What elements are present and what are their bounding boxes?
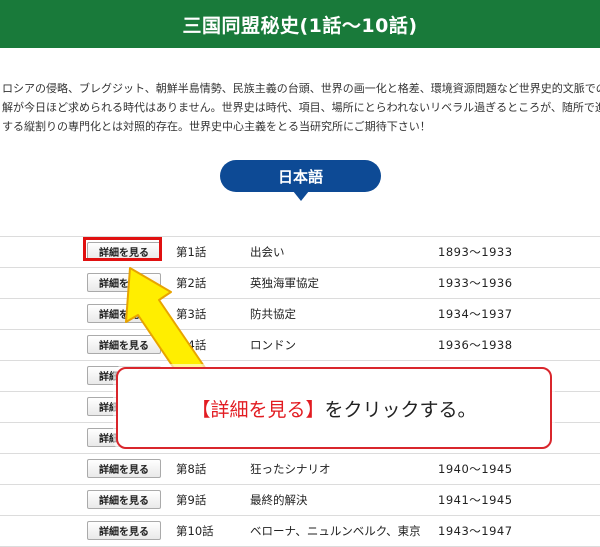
- instruction-callout: 【詳細を見る】 をクリックする。: [116, 367, 552, 449]
- pointer-arrow-icon: [125, 267, 211, 390]
- callout-highlight: 【詳細を見る】: [191, 398, 325, 421]
- callout-text: をクリックする。: [324, 398, 477, 421]
